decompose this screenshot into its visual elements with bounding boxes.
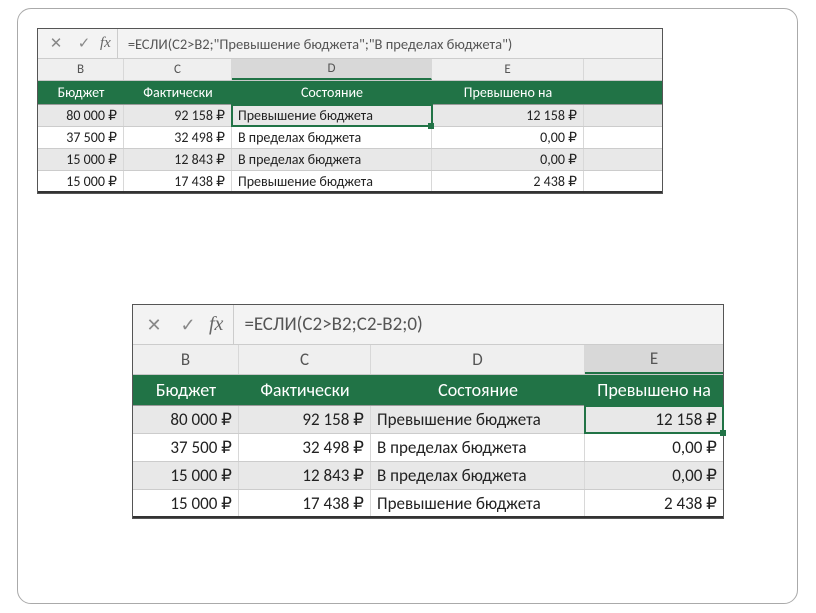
accept-icon[interactable]: ✓ bbox=[70, 34, 98, 53]
col-header-D[interactable]: D bbox=[232, 59, 432, 80]
header-actual[interactable]: Фактически bbox=[239, 375, 371, 405]
formula-input[interactable]: =ЕСЛИ(C2>B2;C2-B2;0) bbox=[234, 313, 422, 336]
column-headers: B C D E bbox=[38, 59, 662, 81]
cell[interactable]: 0,00 ₽ bbox=[432, 149, 584, 170]
cell[interactable]: 17 438 ₽ bbox=[124, 171, 232, 191]
column-headers: B C D E bbox=[133, 345, 723, 375]
header-budget[interactable]: Бюджет bbox=[133, 375, 239, 405]
header-over[interactable]: Превышено на bbox=[432, 81, 584, 104]
cell[interactable]: Превышение бюджета bbox=[232, 171, 432, 191]
col-header-C[interactable]: C bbox=[124, 59, 232, 80]
cell[interactable]: 12 843 ₽ bbox=[239, 462, 371, 489]
header-budget[interactable]: Бюджет bbox=[38, 81, 124, 104]
table-row: 37 500 ₽ 32 498 ₽ В пределах бюджета 0,0… bbox=[38, 127, 662, 149]
cell[interactable]: Превышение бюджета bbox=[371, 406, 585, 433]
cell[interactable]: 12 843 ₽ bbox=[124, 149, 232, 170]
cell[interactable]: 15 000 ₽ bbox=[133, 462, 239, 489]
excel-screenshot-1: ✕ ✓ fx =ЕСЛИ(C2>B2;"Превышение бюджета";… bbox=[37, 28, 663, 194]
cell[interactable]: 80 000 ₽ bbox=[133, 406, 239, 433]
cell[interactable]: В пределах бюджета bbox=[232, 127, 432, 148]
cancel-icon[interactable]: ✕ bbox=[137, 314, 171, 336]
cell[interactable]: 92 158 ₽ bbox=[239, 406, 371, 433]
selected-cell[interactable]: Превышение бюджета bbox=[232, 105, 432, 126]
cell[interactable]: 37 500 ₽ bbox=[133, 434, 239, 461]
formula-bar: ✕ ✓ fx =ЕСЛИ(C2>B2;"Превышение бюджета";… bbox=[38, 29, 662, 59]
cell[interactable]: В пределах бюджета bbox=[371, 462, 585, 489]
cell[interactable]: 0,00 ₽ bbox=[432, 127, 584, 148]
cell[interactable]: 2 438 ₽ bbox=[432, 171, 584, 191]
cell[interactable]: 17 438 ₽ bbox=[239, 490, 371, 516]
table-row: 15 000 ₽ 17 438 ₽ Превышение бюджета 2 4… bbox=[133, 490, 723, 518]
table-row: 80 000 ₽ 92 158 ₽ Превышение бюджета 12 … bbox=[38, 105, 662, 127]
col-header-D[interactable]: D bbox=[371, 345, 585, 374]
accept-icon[interactable]: ✓ bbox=[171, 314, 205, 336]
cell[interactable]: 80 000 ₽ bbox=[38, 105, 124, 126]
table-row: 80 000 ₽ 92 158 ₽ Превышение бюджета 12 … bbox=[133, 406, 723, 434]
cell[interactable]: 2 438 ₽ bbox=[585, 490, 723, 516]
table-header-row: Бюджет Фактически Состояние Превышено на bbox=[133, 375, 723, 406]
header-status[interactable]: Состояние bbox=[371, 375, 585, 405]
fx-icon[interactable]: fx bbox=[98, 29, 118, 58]
col-header-C[interactable]: C bbox=[239, 345, 371, 374]
cell[interactable]: 15 000 ₽ bbox=[38, 171, 124, 191]
cancel-icon[interactable]: ✕ bbox=[42, 34, 70, 53]
cell[interactable]: 0,00 ₽ bbox=[585, 462, 723, 489]
table-header-row: Бюджет Фактически Состояние Превышено на bbox=[38, 81, 662, 105]
selected-cell[interactable]: 12 158 ₽ bbox=[585, 406, 723, 433]
col-header-B[interactable]: B bbox=[38, 59, 124, 80]
cell[interactable]: 15 000 ₽ bbox=[38, 149, 124, 170]
col-header-E[interactable]: E bbox=[432, 59, 584, 80]
cell[interactable]: В пределах бюджета bbox=[232, 149, 432, 170]
cell[interactable]: 32 498 ₽ bbox=[239, 434, 371, 461]
table-row: 37 500 ₽ 32 498 ₽ В пределах бюджета 0,0… bbox=[133, 434, 723, 462]
cell[interactable]: Превышение бюджета bbox=[371, 490, 585, 516]
formula-bar: ✕ ✓ fx =ЕСЛИ(C2>B2;C2-B2;0) bbox=[133, 305, 723, 345]
cell[interactable]: 37 500 ₽ bbox=[38, 127, 124, 148]
cell[interactable]: 32 498 ₽ bbox=[124, 127, 232, 148]
excel-screenshot-2: ✕ ✓ fx =ЕСЛИ(C2>B2;C2-B2;0) B C D E Бюдж… bbox=[132, 304, 724, 519]
col-header-blank[interactable] bbox=[584, 59, 662, 80]
table-row: 15 000 ₽ 12 843 ₽ В пределах бюджета 0,0… bbox=[38, 149, 662, 171]
fx-icon[interactable]: fx bbox=[205, 305, 234, 344]
cell[interactable]: 92 158 ₽ bbox=[124, 105, 232, 126]
header-status[interactable]: Состояние bbox=[232, 81, 432, 104]
header-over[interactable]: Превышено на bbox=[585, 375, 723, 405]
cell[interactable]: 12 158 ₽ bbox=[432, 105, 584, 126]
header-actual[interactable]: Фактически bbox=[124, 81, 232, 104]
cell[interactable]: 15 000 ₽ bbox=[133, 490, 239, 516]
cell[interactable]: В пределах бюджета bbox=[371, 434, 585, 461]
formula-input[interactable]: =ЕСЛИ(C2>B2;"Превышение бюджета";"В пред… bbox=[118, 35, 512, 53]
cell[interactable]: 0,00 ₽ bbox=[585, 434, 723, 461]
table-row: 15 000 ₽ 12 843 ₽ В пределах бюджета 0,0… bbox=[133, 462, 723, 490]
col-header-B[interactable]: B bbox=[133, 345, 239, 374]
table-row: 15 000 ₽ 17 438 ₽ Превышение бюджета 2 4… bbox=[38, 171, 662, 193]
col-header-E[interactable]: E bbox=[585, 345, 723, 374]
